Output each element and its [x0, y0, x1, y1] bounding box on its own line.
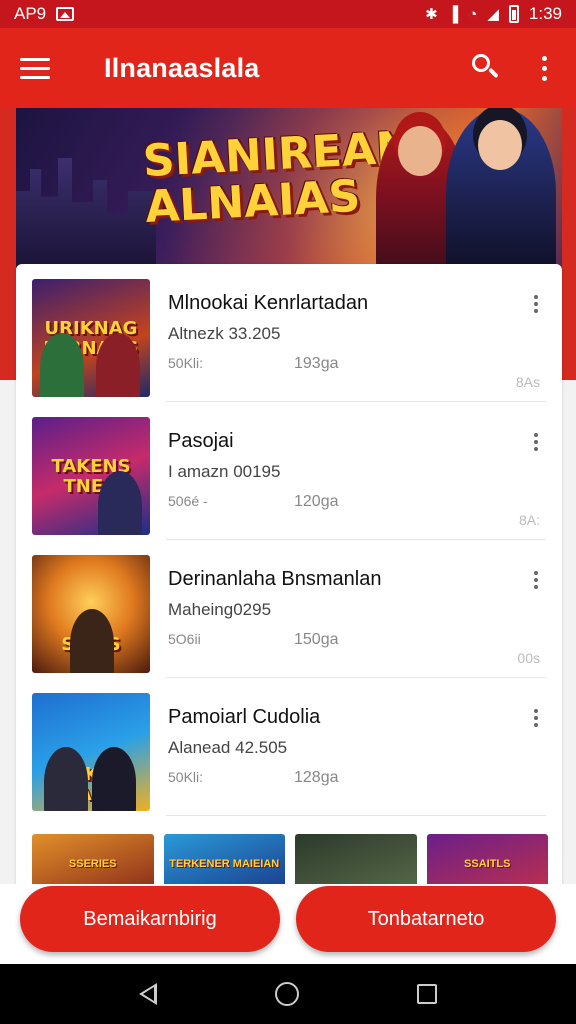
item-meta-size: 120ga — [294, 493, 339, 510]
item-meta-size: 193ga — [294, 355, 339, 372]
list-item[interactable]: TAKENS TNEO Pasojai I amazn 00195 506é -… — [16, 402, 562, 540]
item-more-icon[interactable] — [526, 292, 546, 316]
item-subtitle: I amazn 00195 — [168, 462, 281, 481]
thumbnail-figure — [40, 333, 84, 397]
item-title: Mlnookai Kenrlartadan — [168, 292, 369, 314]
battery-icon — [508, 5, 519, 23]
item-meta-downloads: 50Kli: — [168, 355, 204, 371]
thumbnail-figure — [44, 747, 88, 811]
clock: 1:39 — [528, 4, 562, 23]
item-title: Derinanlaha Bnsmanlan — [168, 568, 382, 590]
status-right: ✱ ▐ ◔ ◢ 1:39 — [425, 4, 562, 24]
recent-apps-icon[interactable] — [417, 984, 437, 1004]
more-vert-icon[interactable] — [532, 48, 556, 88]
item-meta-size: 150ga — [294, 631, 339, 648]
strip-tile-text: TERKENER MAIEIAN — [169, 858, 280, 870]
menu-icon[interactable] — [20, 47, 62, 89]
left-action-button[interactable]: Bemaikarnbirig — [20, 886, 280, 952]
strip-tile[interactable]: TERKENER MAIEIAN — [163, 834, 285, 884]
strip-tile[interactable] — [295, 834, 417, 884]
image-icon — [56, 7, 75, 21]
carrier-label: AP9 — [14, 4, 47, 23]
item-more-icon[interactable] — [526, 430, 546, 454]
strip-tile-text: SSERIES — [68, 858, 117, 870]
item-meta-downloads: 5O6ii — [168, 631, 201, 647]
vibrate-icon: ▐ — [447, 5, 459, 23]
game-thumbnail: TAKENS TNEO — [32, 417, 150, 535]
bluetooth-icon: ✱ — [425, 5, 438, 23]
system-nav-bar — [0, 964, 576, 1024]
wifi-icon: ◔ — [468, 5, 478, 23]
games-list-card: URIKNAG FARNANS Mlnookai Kenrlartadan Al… — [16, 264, 562, 884]
search-icon[interactable] — [466, 48, 506, 88]
game-thumbnail: STIUS — [32, 555, 150, 673]
item-title: Pamoiarl Cudolia — [168, 706, 321, 728]
item-meta-downloads: 506é - — [168, 493, 208, 509]
thumbnail-figure — [96, 333, 140, 397]
divider — [166, 815, 546, 816]
game-thumbnail-strip: SSERIES TERKENER MAIEIAN SSAITLS — [32, 834, 548, 884]
status-left: AP9 — [14, 4, 75, 24]
item-subtitle: Alanead 42.505 — [168, 738, 288, 757]
signal-icon: ◢ — [487, 5, 499, 23]
thumbnail-figure — [98, 471, 142, 535]
item-subtitle: Altnezk 33.205 — [168, 324, 281, 343]
app-title: Ilnanaaslala — [104, 52, 260, 83]
item-meta-size: 128ga — [294, 769, 339, 786]
featured-banner[interactable]: SIANIREAN ALNAIAS — [16, 108, 562, 268]
strip-tile-text: SSAITLS — [464, 858, 511, 870]
item-title: Pasojai — [168, 430, 234, 452]
app-bar: Ilnanaaslala — [0, 28, 576, 108]
list-item[interactable]: SLIKNG GANE Pamoiarl Cudolia Alanead 42.… — [16, 678, 562, 816]
item-meta-extra: 00s — [517, 650, 540, 666]
list-item[interactable]: STIUS Derinanlaha Bnsmanlan Maheing0295 … — [16, 540, 562, 678]
home-icon[interactable] — [275, 982, 299, 1006]
item-more-icon[interactable] — [526, 706, 546, 730]
item-subtitle: Maheing0295 — [168, 600, 272, 619]
game-thumbnail: SLIKNG GANE — [32, 693, 150, 811]
strip-tile[interactable]: SSAITLS — [426, 834, 548, 884]
thumbnail-figure — [70, 609, 114, 673]
thumbnail-figure — [92, 747, 136, 811]
status-bar: AP9 ✱ ▐ ◔ ◢ 1:39 — [0, 0, 576, 28]
game-thumbnail: URIKNAG FARNANS — [32, 279, 150, 397]
strip-tile[interactable]: SSERIES — [32, 834, 154, 884]
right-action-button[interactable]: Tonbatarneto — [296, 886, 556, 952]
list-item[interactable]: URIKNAG FARNANS Mlnookai Kenrlartadan Al… — [16, 264, 562, 402]
item-meta-extra: 8As — [515, 374, 540, 390]
item-meta-downloads: 50Kli: — [168, 769, 204, 785]
item-more-icon[interactable] — [526, 568, 546, 592]
item-meta-extra: 8A: — [518, 512, 540, 528]
banner-hero-blue — [446, 108, 556, 268]
back-icon[interactable] — [139, 983, 157, 1005]
